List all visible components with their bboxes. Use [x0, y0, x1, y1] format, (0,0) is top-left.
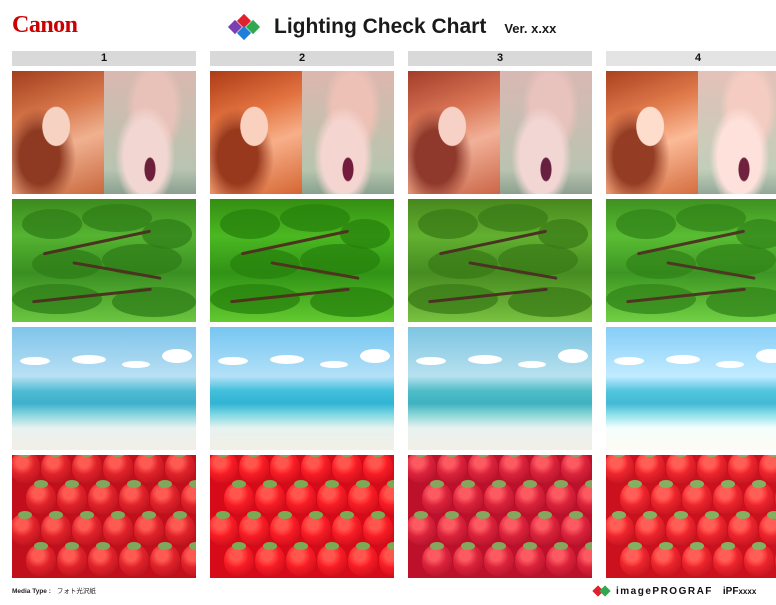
- strawberries-image: [408, 455, 592, 578]
- media-type-label: Media Type :: [12, 588, 51, 595]
- diamond-logo-icon: [226, 13, 266, 41]
- woman-smiling-photo: [606, 71, 698, 194]
- version-label: Ver. x.xx: [504, 21, 557, 36]
- woman-holding-flowers-photo: [302, 71, 394, 194]
- portrait-image: [606, 71, 776, 194]
- beach-image: [210, 327, 394, 450]
- beach-image: [606, 327, 776, 450]
- woman-holding-flowers-photo: [104, 71, 196, 194]
- column-1: 1: [12, 51, 196, 578]
- portrait-image: [408, 71, 592, 194]
- portrait-image: [210, 71, 394, 194]
- woman-holding-flowers-photo: [500, 71, 592, 194]
- model-name: iPFxxxx: [723, 586, 756, 597]
- pine-tree-image: [408, 199, 592, 322]
- beach-image: [12, 327, 196, 450]
- brand-mark-icon: [592, 585, 611, 597]
- canon-logo: Canon: [12, 12, 78, 38]
- model-prefix: iPF: [722, 585, 739, 597]
- strawberries-image: [210, 455, 394, 578]
- woman-holding-flowers-photo: [698, 71, 776, 194]
- chart-header: Lighting Check Chart Ver. x.xx: [226, 13, 556, 41]
- column-header: 1: [12, 51, 196, 66]
- model-suffix: xxxx: [738, 586, 757, 596]
- pine-tree-image: [12, 199, 196, 322]
- pine-tree-image: [210, 199, 394, 322]
- media-type-value: フォト光沢紙: [56, 588, 96, 595]
- pine-tree-image: [606, 199, 776, 322]
- woman-smiling-photo: [12, 71, 104, 194]
- beach-image: [408, 327, 592, 450]
- woman-smiling-photo: [210, 71, 302, 194]
- column-3: 3: [408, 51, 592, 578]
- product-brand: imagePROGRAF iPFxxxx: [592, 585, 756, 597]
- media-type: Media Type : フォト光沢紙: [12, 585, 96, 595]
- column-4: 4: [606, 51, 776, 578]
- brand-name: imagePROGRAF: [616, 585, 713, 597]
- chart-title: Lighting Check Chart: [274, 15, 487, 38]
- portrait-image: [12, 71, 196, 194]
- column-header: 4: [606, 51, 776, 66]
- strawberries-image: [12, 455, 196, 578]
- woman-smiling-photo: [408, 71, 500, 194]
- column-2: 2: [210, 51, 394, 578]
- column-header: 2: [210, 51, 394, 66]
- column-header: 3: [408, 51, 592, 66]
- strawberries-image: [606, 455, 776, 578]
